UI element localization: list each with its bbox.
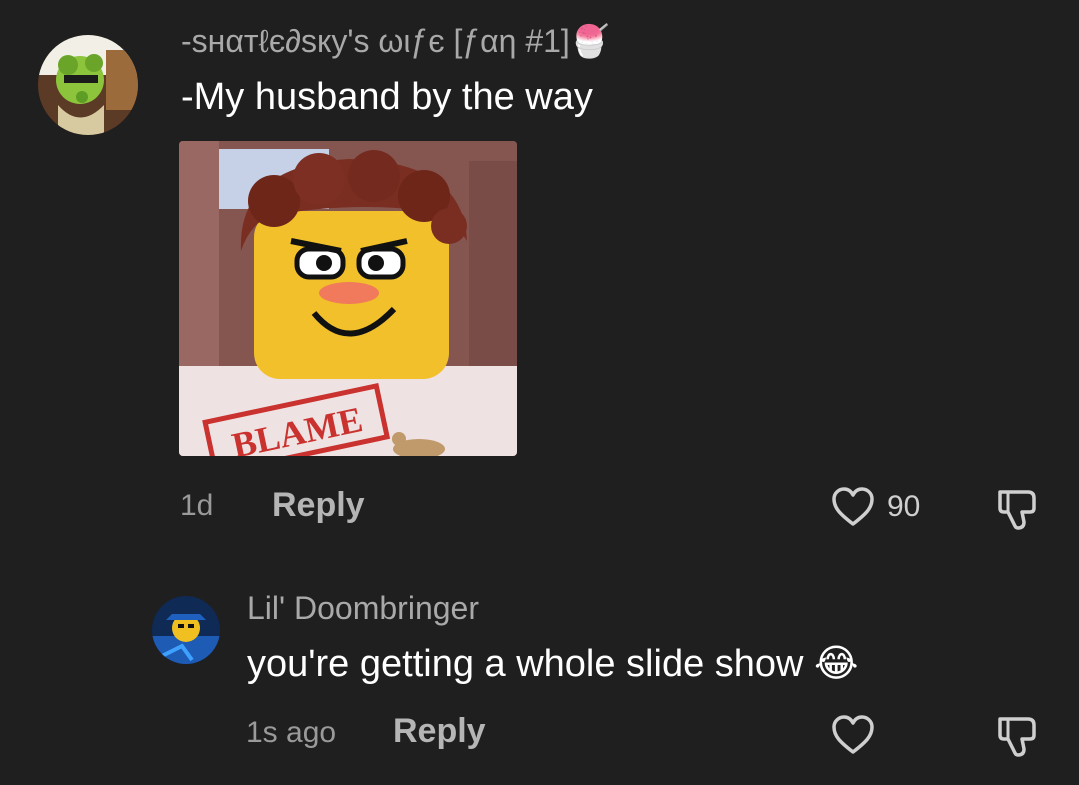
avatar-image: [38, 35, 138, 135]
avatar-image: [152, 596, 220, 664]
thumbs-down-icon[interactable]: [994, 486, 1042, 532]
comment-username[interactable]: -ѕнαтℓє∂ѕку's ωιƒє [ƒαη #1]🍧: [181, 22, 610, 60]
thumbs-down-icon[interactable]: [994, 713, 1042, 759]
user-avatar[interactable]: [38, 35, 138, 135]
comment-image[interactable]: BLAME: [179, 141, 517, 456]
roblox-character-image: BLAME: [179, 141, 517, 456]
reply-button[interactable]: Reply: [393, 712, 486, 751]
user-avatar[interactable]: [152, 596, 220, 664]
username-text[interactable]: -ѕнαтℓє∂ѕку's ωιƒє [ƒαη #1]: [181, 23, 570, 59]
comment-text-body: you're getting a whole slide show: [247, 643, 804, 685]
comment-time: 1d: [180, 489, 214, 522]
shaved-ice-emoji: 🍧: [569, 23, 610, 59]
comment-username[interactable]: Lil' Doombringer: [247, 590, 479, 627]
comment-text: you're getting a whole slide show 😂: [247, 641, 858, 686]
like-count: 90: [887, 490, 921, 523]
reply-button[interactable]: Reply: [272, 486, 365, 525]
heart-icon[interactable]: [830, 714, 876, 756]
comment-text: -My husband by the way: [181, 76, 593, 118]
tears-of-joy-emoji: 😂: [814, 643, 859, 685]
heart-icon[interactable]: [830, 486, 876, 528]
comment-time: 1s ago: [246, 716, 337, 749]
